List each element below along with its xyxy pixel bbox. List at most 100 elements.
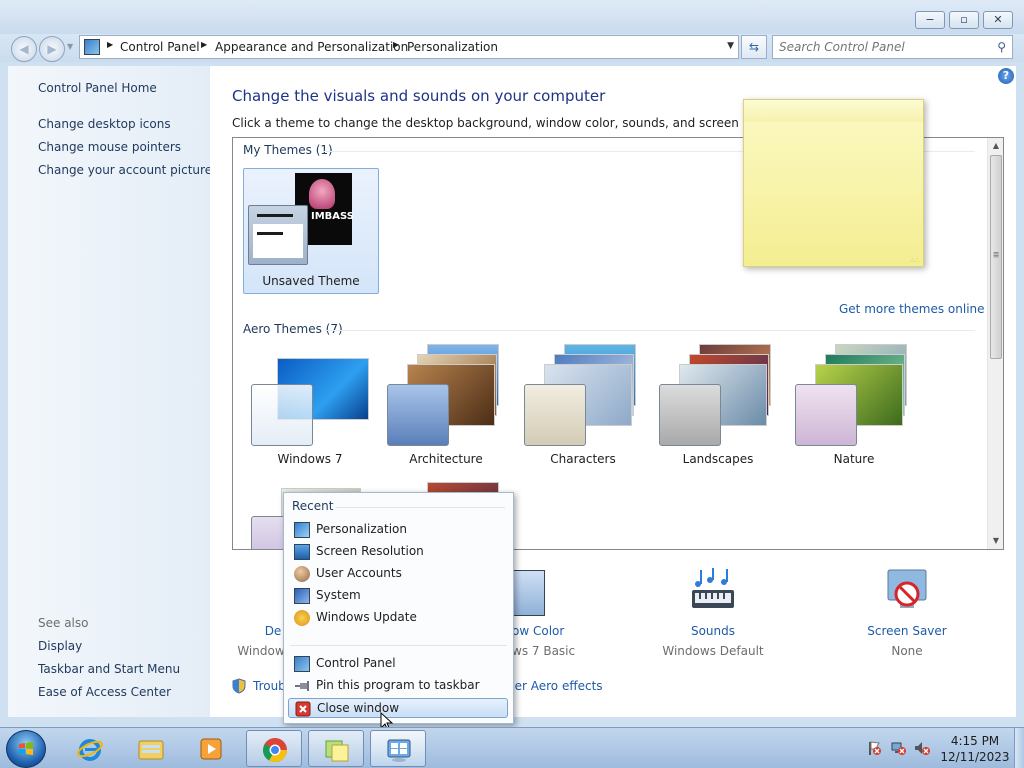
jump-list-recent-heading: Recent — [292, 499, 334, 513]
window-color-icon — [513, 570, 545, 616]
theme-label: Characters — [550, 452, 616, 466]
scroll-up-icon[interactable]: ▲ — [988, 138, 1003, 154]
grip-icon: ═ ═ — [993, 249, 999, 261]
action-center-flag-icon[interactable] — [866, 740, 882, 756]
theme-nature[interactable]: Nature — [791, 344, 917, 474]
taskbar: 4:15 PM 12/11/2023 — [0, 727, 1024, 768]
taskbar-start-menu-link[interactable]: Taskbar and Start Menu — [38, 662, 180, 676]
jump-list-item-windows-update[interactable]: Windows Update — [288, 608, 508, 628]
help-icon[interactable]: ? — [998, 68, 1014, 84]
screen-saver-setting[interactable]: Screen Saver None — [842, 566, 972, 658]
shield-icon — [232, 678, 246, 694]
recent-pages-chevron-icon[interactable]: ▼ — [67, 42, 73, 51]
taskbar-chrome[interactable] — [246, 730, 302, 767]
theme-label: Unsaved Theme — [262, 274, 360, 288]
close-window-icon — [295, 701, 311, 717]
sticky-note[interactable]: ∴∴ — [743, 99, 924, 267]
tile-window-body — [253, 224, 303, 258]
start-button[interactable] — [6, 730, 46, 768]
change-desktop-icons-link[interactable]: Change desktop icons — [38, 117, 171, 131]
ease-of-access-link[interactable]: Ease of Access Center — [38, 685, 171, 699]
tile-line — [257, 232, 283, 235]
maximize-button[interactable]: ▫ — [949, 11, 979, 29]
theme-landscapes[interactable]: Landscapes — [655, 344, 781, 474]
jump-list-item-personalization[interactable]: Personalization — [288, 520, 508, 540]
jump-list-divider — [336, 507, 505, 508]
theme-color-tile — [251, 384, 313, 446]
forward-button[interactable]: ▶ — [39, 36, 65, 62]
theme-color-tile — [524, 384, 586, 446]
theme-label: Windows 7 — [277, 452, 343, 466]
jump-list-task-pin[interactable]: Pin this program to taskbar — [288, 676, 508, 696]
sounds-setting[interactable]: Sounds Windows Default — [648, 566, 778, 658]
page-title: Change the visuals and sounds on your co… — [232, 87, 606, 105]
theme-color-tile — [795, 384, 857, 446]
theme-windows-7[interactable]: Windows 7 — [247, 348, 373, 474]
jump-list-task-close-window[interactable]: Close window — [288, 698, 508, 718]
refresh-button[interactable]: ⇆ — [741, 35, 767, 59]
see-also-heading: See also — [38, 616, 89, 630]
scroll-thumb[interactable]: ═ ═ — [990, 155, 1002, 359]
resize-grip-icon[interactable]: ∴∴ — [910, 257, 920, 264]
window-color-value: ws 7 Basic — [512, 644, 576, 658]
search-icon[interactable]: ⚲ — [997, 40, 1006, 54]
address-dropdown-icon[interactable]: ▼ — [727, 41, 734, 51]
breadcrumb-chevron-icon[interactable]: ▶ — [201, 40, 207, 49]
theme-unsaved[interactable]: IMBASS Unsaved Theme — [243, 168, 379, 294]
screen-resolution-icon — [294, 544, 310, 560]
aero-effects-link[interactable]: her Aero effects — [507, 679, 603, 693]
sounds-value: Windows Default — [662, 644, 764, 658]
theme-characters[interactable]: Characters — [520, 344, 646, 474]
breadcrumb-chevron-icon[interactable]: ▶ — [107, 40, 113, 49]
taskbar-control-panel[interactable] — [370, 730, 426, 767]
display-link[interactable]: Display — [38, 639, 82, 653]
pin-icon — [295, 681, 309, 691]
window-color-label[interactable]: ow Color — [512, 624, 622, 638]
jump-list-task-control-panel[interactable]: Control Panel — [288, 654, 508, 674]
close-button[interactable]: ✕ — [983, 11, 1013, 29]
control-panel-home-link[interactable]: Control Panel Home — [38, 81, 157, 95]
theme-label: Landscapes — [682, 452, 754, 466]
title-bar: − ▫ ✕ — [0, 0, 1024, 34]
jump-list-item-screen-resolution[interactable]: Screen Resolution — [288, 542, 508, 562]
change-account-picture-link[interactable]: Change your account picture — [38, 163, 212, 177]
volume-muted-icon[interactable] — [914, 740, 930, 756]
breadcrumb-personalization[interactable]: Personalization — [407, 40, 498, 54]
jump-list-item-user-accounts[interactable]: User Accounts — [288, 564, 508, 584]
jump-list-item-system[interactable]: System — [288, 586, 508, 606]
breadcrumb-appearance[interactable]: Appearance and Personalization — [215, 40, 408, 54]
search-input[interactable] — [779, 39, 984, 55]
breadcrumb-chevron-icon[interactable]: ▶ — [393, 40, 399, 49]
network-icon[interactable] — [890, 740, 906, 756]
system-icon — [294, 588, 310, 604]
sticky-note-header[interactable] — [744, 100, 923, 122]
sounds-label[interactable]: Sounds — [648, 624, 778, 638]
address-bar[interactable]: ▶ Control Panel ▶ Appearance and Persona… — [79, 35, 739, 59]
jump-list-item-label: Screen Resolution — [316, 544, 424, 558]
taskbar-media-player[interactable] — [183, 730, 239, 767]
theme-label: Architecture — [409, 452, 483, 466]
clock-time[interactable]: 4:15 PM — [940, 734, 1010, 748]
troubleshoot-link[interactable]: Troub — [253, 679, 286, 693]
screen-saver-label[interactable]: Screen Saver — [842, 624, 972, 638]
chrome-icon — [263, 738, 287, 763]
media-player-icon — [200, 738, 222, 760]
breadcrumb-control-panel[interactable]: Control Panel — [120, 40, 200, 54]
clock-date[interactable]: 12/11/2023 — [940, 750, 1010, 764]
taskbar-file-explorer[interactable] — [123, 730, 179, 767]
control-panel-icon — [294, 656, 310, 672]
change-mouse-pointers-link[interactable]: Change mouse pointers — [38, 140, 181, 154]
group-divider — [323, 330, 975, 331]
taskbar-internet-explorer[interactable] — [62, 730, 118, 767]
search-box[interactable]: ⚲ — [772, 35, 1013, 59]
get-more-themes-link[interactable]: Get more themes online — [839, 302, 985, 316]
screen-saver-value: None — [891, 644, 923, 658]
control-panel-icon — [387, 739, 411, 762]
taskbar-sticky-notes[interactable] — [308, 730, 364, 767]
theme-architecture[interactable]: Architecture — [383, 344, 509, 474]
back-button[interactable]: ◀ — [11, 36, 37, 62]
show-desktop-button[interactable] — [1014, 728, 1024, 768]
theme-list-scrollbar[interactable]: ▲ ═ ═ ▼ — [987, 138, 1003, 549]
minimize-button[interactable]: − — [915, 11, 945, 29]
scroll-down-icon[interactable]: ▼ — [988, 533, 1003, 549]
